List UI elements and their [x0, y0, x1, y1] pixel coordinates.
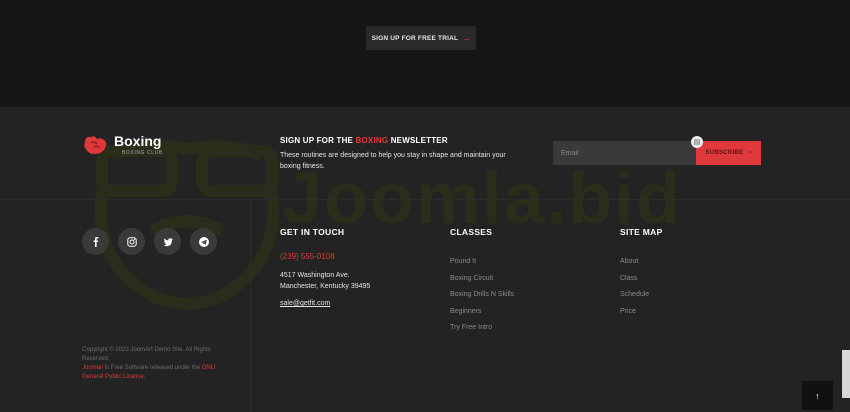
twitter-link[interactable]: [154, 228, 181, 255]
signup-trial-button[interactable]: SIGN UP FOR FREE TRIAL →: [366, 26, 476, 50]
facebook-link[interactable]: [82, 228, 109, 255]
copyright-text: is Free Software released under the: [103, 365, 202, 371]
phone-link[interactable]: (239) 555-0108: [280, 252, 335, 261]
copyright: Copyright © 2023 JoomArt Demo Site. All …: [82, 346, 232, 382]
class-link[interactable]: Beginners: [450, 304, 514, 321]
boxing-glove-icon: [84, 136, 107, 154]
joomla-link[interactable]: Joomla!: [82, 365, 103, 371]
facebook-icon: [93, 236, 98, 247]
subscribe-label: SUBSCRIBE: [705, 150, 744, 156]
arrow-right-icon: →: [462, 33, 471, 43]
arrow-up-icon: ↑: [815, 390, 820, 401]
address-line: Manchester, Kentucky 39495: [280, 283, 371, 290]
side-tab[interactable]: [842, 350, 850, 398]
instagram-icon: [126, 236, 137, 247]
brand-name: Boxing: [114, 133, 162, 149]
cta-section: SIGN UP FOR FREE TRIAL →: [0, 0, 850, 107]
social-links: [82, 228, 217, 255]
instagram-link[interactable]: [118, 228, 145, 255]
class-link[interactable]: Try Free Intro: [450, 320, 514, 337]
telegram-link[interactable]: [190, 228, 217, 255]
sitemap-link[interactable]: Price: [620, 304, 649, 321]
classes-list: Pound It Boxing Circuit Boxing Drills N …: [450, 254, 514, 337]
divider: [250, 199, 251, 412]
twitter-icon: [163, 237, 173, 246]
copyright-text: Copyright © 2023 JoomArt Demo Site. All …: [82, 347, 211, 362]
class-link[interactable]: Boxing Circuit: [450, 271, 514, 288]
signup-trial-label: SIGN UP FOR FREE TRIAL: [371, 34, 459, 42]
email-link[interactable]: sale@getfit.com: [280, 300, 330, 307]
newsletter-title-suffix: NEWSLETTER: [388, 136, 448, 145]
sitemap-link[interactable]: Class: [620, 271, 649, 288]
chevron-right-icon: ›: [749, 150, 752, 156]
telegram-icon: [198, 236, 209, 247]
subscribe-button[interactable]: SUBSCRIBE ›: [696, 141, 761, 165]
classes-title: CLASSES: [450, 227, 493, 237]
sitemap-title: SITE MAP: [620, 227, 663, 237]
address-line: 4517 Washington Ave.: [280, 272, 350, 279]
email-input[interactable]: [553, 141, 696, 165]
back-to-top-button[interactable]: ↑: [802, 381, 833, 410]
class-link[interactable]: Pound It: [450, 254, 514, 271]
newsletter-title-highlight: BOXING: [355, 136, 389, 145]
sitemap-link[interactable]: Schedule: [620, 287, 649, 304]
sitemap-list: About Class Schedule Price: [620, 254, 649, 320]
sitemap-link[interactable]: About: [620, 254, 649, 271]
address: 4517 Washington Ave. Manchester, Kentuck…: [280, 270, 370, 292]
newsletter-description: These routines are designed to help you …: [280, 152, 506, 170]
brand-logo[interactable]: Boxing BOXING CLUB: [82, 134, 163, 156]
password-manager-icon[interactable]: ▤: [691, 136, 703, 148]
divider: [0, 199, 850, 200]
newsletter-title-prefix: SIGN UP FOR THE: [280, 136, 356, 145]
brand-subtitle: BOXING CLUB: [122, 150, 163, 156]
newsletter-title: SIGN UP FOR THE BOXING NEWSLETTER: [280, 136, 448, 145]
class-link[interactable]: Boxing Drills N Skills: [450, 287, 514, 304]
contact-title: GET IN TOUCH: [280, 227, 345, 237]
